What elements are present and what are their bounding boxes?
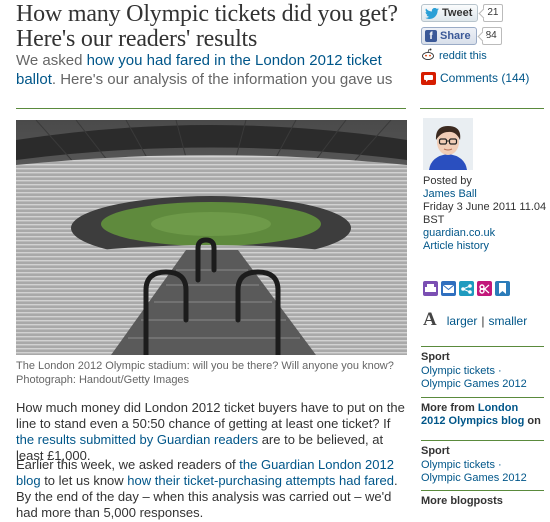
byline: Posted by James Ball Friday 3 June 2011 …	[423, 175, 548, 253]
results-link[interactable]: the results submitted by Guardian reader…	[16, 432, 258, 447]
clip-icon[interactable]	[477, 281, 492, 296]
standfirst-text-post: . Here's our analysis of the information…	[51, 71, 393, 88]
body-text: How much money did London 2012 ticket bu…	[16, 400, 405, 431]
author-avatar[interactable]	[423, 118, 473, 170]
text-size-icon: A	[423, 309, 437, 330]
author-link[interactable]: James Ball	[423, 188, 548, 201]
body-text: to let us know	[40, 473, 128, 488]
facebook-share-button[interactable]: f Share	[421, 27, 477, 45]
photo-caption: The London 2012 Olympic stadium: will yo…	[16, 360, 394, 386]
tweet-label: Tweet	[442, 7, 473, 19]
article-history-link[interactable]: Article history	[423, 240, 548, 253]
related-sport-1: Sport Olympic tickets · Olympic Games 20…	[421, 346, 544, 391]
standfirst: We asked how you had fared in the London…	[16, 51, 416, 89]
related-sport-2: Sport Olympic tickets · Olympic Games 20…	[421, 440, 544, 485]
reddit-label: reddit this	[439, 49, 487, 62]
bookmark-icon[interactable]	[495, 281, 510, 296]
share-tools	[423, 281, 510, 296]
comments-link[interactable]: Comments (144)	[421, 71, 529, 85]
publish-date: Friday 3 June 2011 11.04 BST	[423, 201, 547, 226]
comments-label: Comments (144)	[440, 71, 530, 85]
more-from-heading: More from London 2012 Olympics blog on	[421, 402, 544, 428]
content-divider	[16, 108, 406, 109]
text-size-separator: |	[481, 314, 485, 328]
stadium-photo	[16, 120, 407, 355]
tweet-widget: Tweet 21	[421, 4, 504, 22]
article-headline: How many Olympic tickets did you get? He…	[16, 1, 398, 52]
tweet-count: 21	[483, 4, 504, 22]
share-widget: f Share 84	[421, 27, 502, 45]
share-count: 84	[481, 27, 502, 45]
text-size-control: A larger | smaller	[423, 309, 527, 331]
email-icon[interactable]	[441, 281, 456, 296]
related-tags[interactable]: Olympic tickets · Olympic Games 2012	[421, 365, 544, 391]
reddit-link[interactable]: reddit this	[421, 48, 487, 63]
related-heading: Sport	[421, 445, 450, 457]
sidebar-divider	[420, 108, 544, 109]
standfirst-text-pre: We asked	[16, 52, 87, 69]
body-paragraph-2: Earlier this week, we asked readers of t…	[16, 457, 411, 521]
more-from-blog: More from London 2012 Olympics blog on	[421, 397, 544, 428]
site-link[interactable]: guardian.co.uk	[423, 227, 548, 240]
more-blogposts-heading: More blogposts	[421, 495, 503, 507]
print-icon[interactable]	[423, 281, 438, 296]
tweet-button[interactable]: Tweet	[421, 4, 479, 22]
share-label: Share	[440, 30, 471, 42]
callout-link[interactable]: how their ticket-purchasing attempts had…	[127, 473, 394, 488]
text-larger-link[interactable]: larger	[447, 314, 478, 328]
reddit-icon	[421, 48, 435, 63]
text-smaller-link[interactable]: smaller	[489, 314, 528, 328]
facebook-icon: f	[425, 30, 437, 42]
comment-icon	[421, 71, 436, 85]
posted-by-label: Posted by	[423, 175, 472, 187]
twitter-icon	[425, 7, 439, 19]
related-heading: Sport	[421, 351, 450, 363]
more-from-prefix: More from	[421, 402, 478, 414]
share-icon[interactable]	[459, 281, 474, 296]
related-tags[interactable]: Olympic tickets · Olympic Games 2012	[421, 459, 544, 485]
body-text: Earlier this week, we asked readers of	[16, 457, 240, 472]
more-blogposts: More blogposts	[421, 490, 544, 508]
body-paragraph-1: How much money did London 2012 ticket bu…	[16, 400, 411, 464]
more-from-suffix: on	[524, 415, 541, 427]
